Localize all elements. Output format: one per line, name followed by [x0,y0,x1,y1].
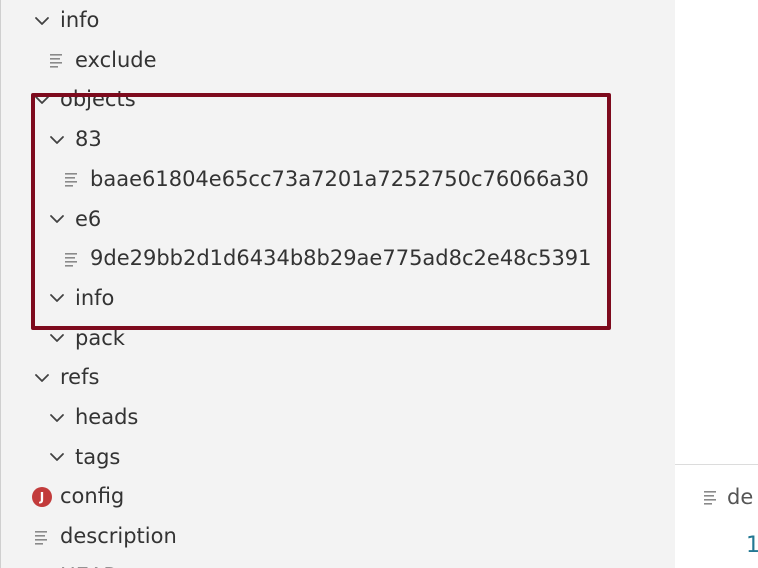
chevron-down-icon [46,208,68,230]
chevron-down-icon [46,129,68,151]
tree-folder-row[interactable]: e6 [0,200,675,239]
tree-item-label: info [60,8,100,32]
tree-item-label: description [60,524,177,549]
tree-item-label: heads [75,405,139,429]
editor-area: de 1 [675,0,758,568]
tree-item-label: tags [75,444,121,469]
tree-item-label: exclude [75,47,157,72]
tree-item-label: e6 [75,206,102,231]
chevron-down-icon [46,287,68,309]
chevron-down-icon [46,446,68,468]
tree-item-label: 9de29bb2d1d6434b8b29ae775ad8c2e48c5391 [90,246,592,271]
tree-item-label: refs [60,365,100,390]
tree-folder-row[interactable]: heads [0,398,675,437]
tree-item-label: baae61804e65cc73a7201a7252750c76066a30 [90,166,589,191]
file-explorer: info exclude objects 83 baae61804e65cc73a720… [0,0,675,568]
tree-folder-row[interactable]: info [0,1,675,40]
tree-folder-row[interactable]: info [0,279,675,318]
chevron-down-icon [31,367,53,389]
tree-folder-row[interactable]: refs [0,358,675,397]
chevron-down-icon [31,89,53,111]
tree-file-row[interactable]: HEAD [0,557,675,568]
tree-file-row[interactable]: description [0,517,675,556]
editor-tab[interactable]: de [703,485,753,509]
chevron-down-icon [31,10,53,32]
editor-tab-label: de [727,485,754,509]
tree-item-label: info [75,285,115,310]
java-file-icon: J [31,486,53,508]
text-file-icon [61,168,83,190]
tree-file-row[interactable]: 9de29bb2d1d6434b8b29ae775ad8c2e48c5391 [0,239,675,278]
tree-file-row[interactable]: baae61804e65cc73a7201a7252750c76066a30 [0,160,675,199]
tree-folder-row[interactable]: objects [0,80,675,119]
chevron-down-icon [46,407,68,429]
text-file-icon [703,489,719,505]
java-badge: J [32,486,52,507]
tree-item-label: objects [60,87,136,112]
tree-folder-row[interactable]: 83 [0,120,675,159]
chevron-down-icon [46,327,68,349]
tree-item-label: pack [75,325,125,350]
line-number: 1 [746,533,758,558]
text-file-icon [31,526,53,548]
text-file-icon [61,248,83,270]
tree-folder-row[interactable]: tags [0,438,675,477]
tree-item-label: config [60,484,125,509]
editor-divider [675,464,758,465]
text-file-icon [46,49,68,71]
tree-file-row[interactable]: exclude [0,41,675,80]
tree-item-label: 83 [75,127,102,152]
tree-folder-row[interactable]: pack [0,319,675,358]
tree-file-row[interactable]: Jconfig [0,477,675,516]
